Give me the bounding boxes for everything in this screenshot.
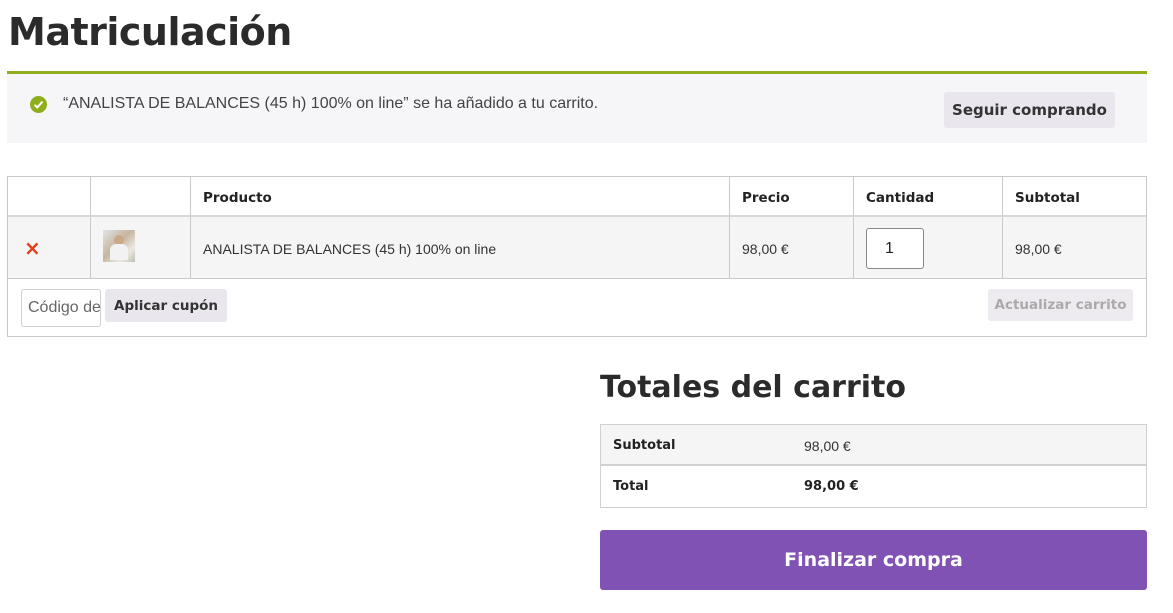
header-quantity: Cantidad [854,177,1003,217]
checkout-button[interactable]: Finalizar compra [600,530,1147,590]
remove-item-icon[interactable]: × [24,238,41,258]
header-price: Precio [730,177,854,217]
cart-totals-table: Subtotal 98,00 € Total 98,00 € [600,424,1147,508]
continue-shopping-button[interactable]: Seguir comprando [944,92,1115,128]
header-product: Producto [191,177,730,217]
quantity-input[interactable] [866,228,924,269]
subtotal-row: Subtotal 98,00 € [601,425,1146,466]
table-row-thumbnail-cell [91,217,191,279]
cart-actions: Aplicar cupón Actualizar carrito [8,280,1146,336]
coupon-code-input[interactable] [21,289,101,327]
header-subtotal: Subtotal [1003,177,1146,217]
product-subtotal: 98,00 € [1003,217,1146,279]
update-cart-button[interactable]: Actualizar carrito [988,289,1133,321]
subtotal-label: Subtotal [613,438,676,453]
table-row-remove-cell: × [8,217,91,279]
notice-message: “ANALISTA DE BALANCES (45 h) 100% on lin… [63,95,599,112]
product-price: 98,00 € [730,217,854,279]
cart-notice: “ANALISTA DE BALANCES (45 h) 100% on lin… [7,71,1147,143]
product-name[interactable]: ANALISTA DE BALANCES (45 h) 100% on line [191,217,730,279]
subtotal-value: 98,00 € [804,438,851,454]
total-label: Total [613,479,649,494]
cart-table: Producto Precio Cantidad Subtotal × ANAL… [7,176,1147,337]
apply-coupon-button[interactable]: Aplicar cupón [105,289,227,322]
table-row-quantity-cell [854,217,1003,279]
check-circle-icon [30,96,47,113]
product-thumbnail[interactable] [103,230,135,262]
header-remove [8,177,91,217]
page-title: Matriculación [8,10,292,54]
header-thumbnail [91,177,191,217]
cart-totals-title: Totales del carrito [600,370,907,405]
total-value: 98,00 € [804,479,859,494]
total-row: Total 98,00 € [601,466,1146,507]
